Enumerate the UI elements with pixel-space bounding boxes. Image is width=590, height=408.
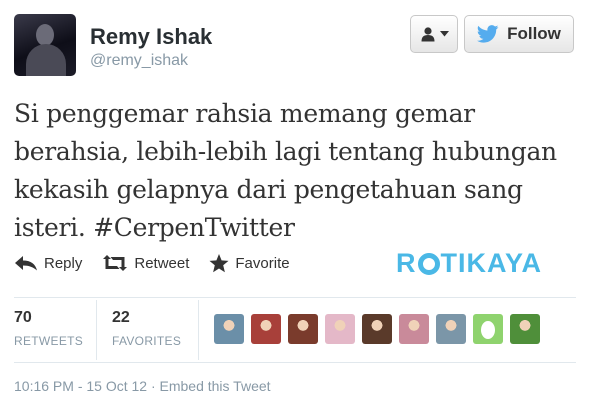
display-name[interactable]: Remy Ishak <box>90 24 212 50</box>
user-handle[interactable]: @remy_ishak <box>90 52 188 70</box>
caret-down-icon <box>439 31 449 37</box>
follow-button[interactable]: Follow <box>464 15 574 53</box>
logo-ring-icon <box>417 252 440 275</box>
favorites-label: FAVORITES <box>112 334 182 348</box>
favoriter-avatar[interactable] <box>436 314 466 344</box>
user-actions-dropdown[interactable] <box>410 15 458 53</box>
tweet-text: Si penggemar rahsia memang gemar berahsi… <box>14 99 557 242</box>
divider <box>14 297 576 298</box>
reply-action[interactable]: Reply <box>14 255 82 272</box>
favoriter-avatar[interactable] <box>399 314 429 344</box>
favorite-action[interactable]: Favorite <box>209 253 290 273</box>
favoriter-avatar[interactable] <box>214 314 244 344</box>
tweet-timestamp[interactable]: 10:16 PM - 15 Oct 12 · Embed this Tweet <box>14 378 271 394</box>
favorites-count: 22 <box>112 309 130 326</box>
favoriter-avatar[interactable] <box>362 314 392 344</box>
favoriter-avatar[interactable] <box>510 314 540 344</box>
reply-icon <box>15 256 37 271</box>
tweet-actions: Reply Retweet Favorite <box>14 252 310 274</box>
divider <box>14 362 576 363</box>
retweet-action[interactable]: Retweet <box>102 255 189 272</box>
stat-separator <box>198 300 199 360</box>
reply-label: Reply <box>44 254 83 272</box>
follow-label: Follow <box>507 24 561 43</box>
retweet-label: Retweet <box>134 254 190 272</box>
twitter-bird-icon <box>477 25 499 43</box>
profile-avatar[interactable] <box>14 14 76 76</box>
favorite-label: Favorite <box>235 254 290 272</box>
star-icon <box>209 253 229 272</box>
favoriter-avatars <box>214 314 540 344</box>
favoriter-avatar[interactable] <box>251 314 281 344</box>
stat-separator <box>96 300 97 360</box>
rotikaya-watermark-logo: R TIKAYA <box>396 248 542 279</box>
favoriter-avatar[interactable] <box>288 314 318 344</box>
logo-text-end: TIKAYA <box>440 248 543 278</box>
retweets-stat[interactable]: 70 RETWEETS <box>14 309 83 348</box>
retweets-count: 70 <box>14 309 32 326</box>
retweet-icon <box>103 255 128 271</box>
person-icon <box>421 27 434 42</box>
egg-avatar-icon[interactable] <box>473 314 503 344</box>
logo-text-start: R <box>396 248 417 278</box>
favorites-stat[interactable]: 22 FAVORITES <box>112 309 181 348</box>
retweets-label: RETWEETS <box>14 334 84 348</box>
favoriter-avatar[interactable] <box>325 314 355 344</box>
